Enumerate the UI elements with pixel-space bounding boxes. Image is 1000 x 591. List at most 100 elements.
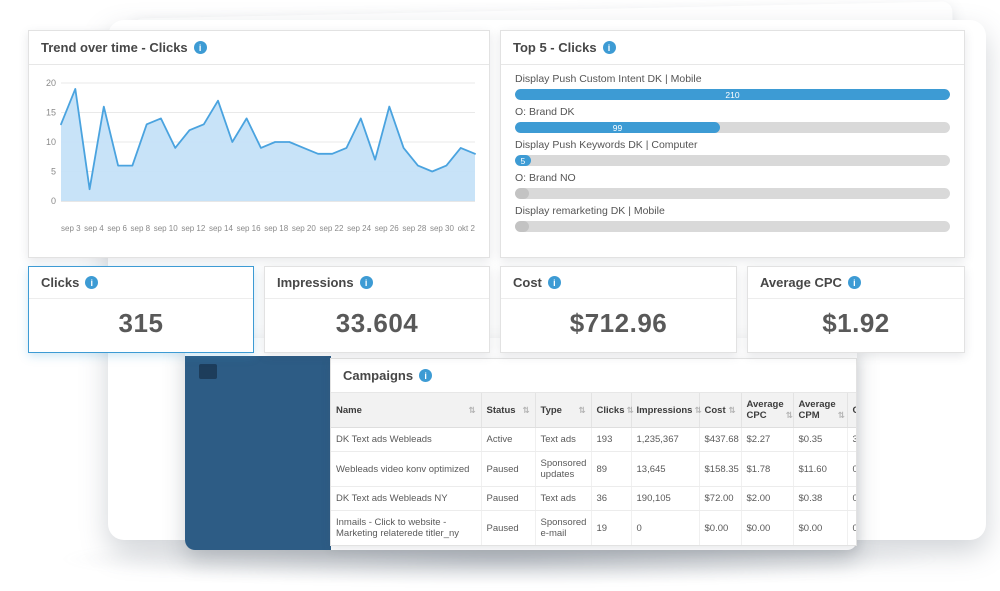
column-header-label: Type bbox=[540, 404, 562, 416]
column-header-label: Average CPM bbox=[798, 399, 836, 421]
sidebar-logo bbox=[199, 364, 217, 379]
sort-icon[interactable]: ⇅ bbox=[786, 410, 793, 421]
campaign-cell: $2.00 bbox=[741, 486, 794, 511]
trend-x-labels: sep 3 sep 4 sep 6 sep 8 sep 10 sep 12 sep 14 se… bbox=[61, 224, 475, 233]
info-icon[interactable]: i bbox=[419, 369, 433, 382]
info-icon[interactable]: i bbox=[602, 41, 616, 54]
sort-icon[interactable]: ⇅ bbox=[522, 405, 529, 416]
sort-icon[interactable]: ⇅ bbox=[728, 405, 735, 416]
campaign-cell: Sponsored e-mail bbox=[535, 510, 592, 545]
column-header-label: Name bbox=[336, 404, 362, 416]
x-tick-label: sep 8 bbox=[130, 224, 151, 233]
info-icon[interactable]: i bbox=[193, 41, 207, 54]
campaign-cell: Active bbox=[481, 427, 536, 452]
column-header[interactable]: Status ⇅ bbox=[481, 393, 536, 428]
x-tick-label: sep 14 bbox=[208, 224, 233, 233]
campaigns-tbody: DK Text ads Webleads Active Text ads 19 3 1,2… bbox=[331, 427, 856, 545]
kpi-card-cost[interactable]: Cost i $712.96 bbox=[500, 266, 737, 353]
sort-icon[interactable]: ⇅ bbox=[838, 410, 845, 421]
bar-fill bbox=[515, 188, 529, 199]
kpi-card-impressions[interactable]: Impressions i 33.604 bbox=[264, 266, 490, 353]
kpi-value: 33.604 bbox=[335, 308, 419, 338]
campaign-name-link[interactable]: Webleads video konv optimized bbox=[331, 451, 482, 487]
x-tick-label: sep 3 bbox=[61, 224, 81, 233]
campaign-cell: 190,105 bbox=[631, 486, 700, 511]
sort-icon[interactable]: ⇅ bbox=[468, 405, 475, 416]
trend-card-title: Trend over time - Clicks bbox=[41, 40, 188, 55]
campaign-cell: 1,235,367 bbox=[631, 427, 700, 452]
campaign-row[interactable]: DK Text ads Webleads Active Text ads 193 1,2… bbox=[331, 427, 856, 452]
svg-text:10: 10 bbox=[46, 137, 56, 147]
campaigns-header-row: Name ⇅ Status ⇅ Type ⇅ Clicks ⇅ Impressions ⇅ Cost… bbox=[331, 393, 857, 428]
campaign-cell: $0.00 bbox=[793, 510, 848, 545]
kpi-card-clicks[interactable]: Clicks i 315 bbox=[28, 266, 254, 353]
column-header[interactable]: Cost ⇅ bbox=[699, 393, 742, 428]
top5-list: Display Push Custom Intent DK | Mobile 21… bbox=[501, 65, 964, 232]
top5-bar[interactable]: Display remarketing DK | Mobile bbox=[515, 205, 950, 232]
top5-bar[interactable]: O: Brand DK 99 bbox=[515, 106, 950, 133]
column-header[interactable]: Average CPM ⇅ bbox=[793, 393, 848, 428]
trend-over-time-card: Trend over time - Clicks i 0 5 10 15 20 sep … bbox=[28, 30, 490, 258]
kpi-value: 315 bbox=[118, 308, 164, 338]
campaign-cell: $0.38 bbox=[793, 486, 848, 511]
campaign-row[interactable]: Inmails - Click to website - Marketing r… bbox=[331, 510, 856, 545]
info-icon[interactable]: i bbox=[847, 276, 861, 289]
info-icon[interactable]: i bbox=[85, 276, 99, 289]
kpi-card-average-cpc[interactable]: Average CPC i $1.92 bbox=[747, 266, 965, 353]
kpi-header: Impressions i bbox=[265, 267, 489, 299]
campaign-cell: $0.00 bbox=[741, 510, 794, 545]
campaign-cell: $158.35 bbox=[699, 451, 742, 487]
campaign-name-link[interactable]: DK Text ads Webleads bbox=[331, 427, 482, 452]
x-tick-label: sep 24 bbox=[347, 224, 372, 233]
bar-track: 210 bbox=[515, 89, 950, 100]
column-header-label: C bbox=[853, 405, 857, 416]
top5-bar[interactable]: Display Push Custom Intent DK | Mobile 21… bbox=[515, 73, 950, 100]
sort-icon[interactable]: ⇅ bbox=[578, 405, 585, 416]
svg-text:0: 0 bbox=[51, 196, 56, 206]
x-tick-label: sep 18 bbox=[264, 224, 289, 233]
campaign-cell: Paused bbox=[481, 510, 536, 545]
info-icon[interactable]: i bbox=[547, 276, 561, 289]
campaign-row[interactable]: Webleads video konv optimized Paused Spons… bbox=[331, 451, 856, 487]
top5-card-header: Top 5 - Clicks i bbox=[501, 31, 964, 65]
campaign-cell: 36 bbox=[591, 486, 632, 511]
campaign-cell: 0 bbox=[847, 510, 856, 545]
column-header[interactable]: C⇅ bbox=[847, 393, 857, 428]
info-icon[interactable]: i bbox=[359, 276, 373, 289]
dashboard-stage: Trend over time - Clicks i 0 5 10 15 20 sep … bbox=[0, 0, 1000, 591]
column-header[interactable]: Type ⇅ bbox=[535, 393, 592, 428]
x-tick-label: sep 16 bbox=[236, 224, 261, 233]
bar-track: 99 bbox=[515, 122, 950, 133]
campaign-name-link[interactable]: DK Text ads Webleads NY bbox=[331, 486, 482, 511]
column-header-label: Impressions bbox=[636, 404, 693, 416]
top5-card-title: Top 5 - Clicks bbox=[513, 40, 597, 55]
kpi-label: Impressions bbox=[277, 275, 354, 290]
column-header[interactable]: Clicks ⇅ bbox=[591, 393, 634, 428]
campaign-row[interactable]: DK Text ads Webleads NY Paused Text ads 36 1… bbox=[331, 486, 856, 511]
column-header[interactable]: Name ⇅ bbox=[331, 393, 482, 428]
campaign-cell: $0.00 bbox=[699, 510, 742, 545]
bar-label: O: Brand NO bbox=[515, 172, 576, 184]
bar-fill bbox=[515, 221, 529, 232]
top5-bar[interactable]: O: Brand NO bbox=[515, 172, 950, 199]
kpi-label: Cost bbox=[513, 275, 542, 290]
campaign-cell: $2.27 bbox=[741, 427, 794, 452]
x-tick-label: okt 2 bbox=[457, 224, 475, 233]
x-tick-label: sep 10 bbox=[153, 224, 178, 233]
bar-label: Display remarketing DK | Mobile bbox=[515, 205, 665, 217]
campaign-cell: 19 bbox=[591, 510, 632, 545]
campaign-cell: Text ads bbox=[535, 486, 592, 511]
column-header[interactable]: Average CPC ⇅ bbox=[741, 393, 794, 428]
campaign-cell: 3 bbox=[847, 427, 856, 452]
column-header-label: Status bbox=[486, 404, 516, 416]
campaign-name-link[interactable]: Inmails - Click to website - Marketing r… bbox=[331, 510, 482, 545]
x-tick-label: sep 30 bbox=[429, 224, 454, 233]
sort-icon[interactable]: ⇅ bbox=[627, 405, 634, 416]
sort-icon[interactable]: ⇅ bbox=[694, 405, 701, 416]
trend-chart: 0 5 10 15 20 bbox=[46, 78, 476, 206]
campaign-cell: $11.60 bbox=[793, 451, 848, 487]
top5-bar[interactable]: Display Push Keywords DK | Computer 5 bbox=[515, 139, 950, 166]
column-header[interactable]: Impressions ⇅ bbox=[631, 393, 702, 428]
trend-card-header: Trend over time - Clicks i bbox=[29, 31, 489, 65]
campaign-cell: $72.00 bbox=[699, 486, 742, 511]
